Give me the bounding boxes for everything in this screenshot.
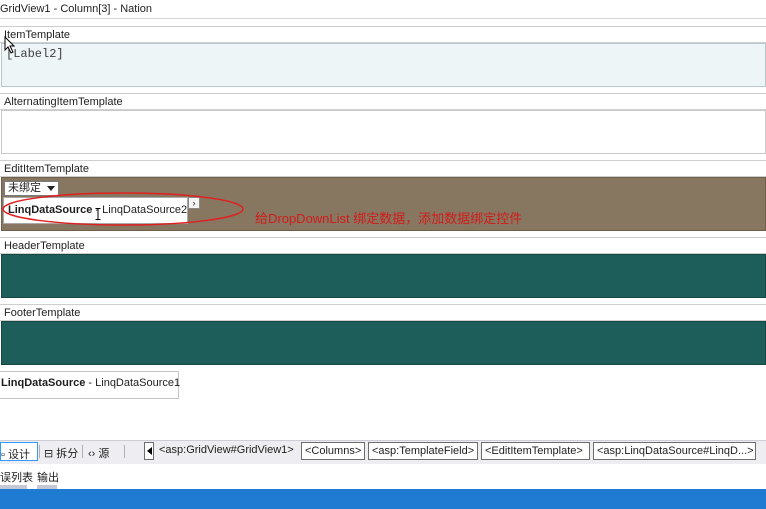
alternating-item-template-region[interactable] — [1, 110, 766, 154]
breadcrumb-back-icon[interactable] — [144, 442, 154, 460]
breadcrumb-templatefield[interactable]: <asp:TemplateField> — [368, 442, 478, 460]
item-template-label: ItemTemplate — [0, 26, 766, 43]
view-divider — [124, 445, 125, 458]
footer-template-label: FooterTemplate — [0, 304, 766, 321]
smart-tag-arrow-icon[interactable]: › — [188, 197, 200, 209]
breadcrumb-gridview[interactable]: <asp:GridView#GridView1> — [156, 442, 299, 460]
error-list-tab[interactable]: 误列表 — [0, 469, 33, 485]
mouse-cursor-icon — [4, 36, 16, 54]
annotation-text: 给DropDownList 绑定数据，添加数据绑定控件 — [255, 211, 523, 226]
output-tab[interactable]: 输出 — [37, 469, 59, 485]
designer-title: GridView1 - Column[3] - Nation — [0, 3, 153, 15]
datasource-type-label: LinqDataSource — [8, 204, 93, 216]
header-template-label: HeaderTemplate — [0, 237, 766, 254]
status-bar — [0, 489, 766, 509]
breadcrumb-columns[interactable]: <Columns> — [301, 442, 365, 460]
source-view-button[interactable]: ‹› 源 — [84, 442, 120, 461]
alternating-item-template-label: AlternatingItemTemplate — [0, 93, 766, 110]
split-view-button[interactable]: ⊟ 拆分 — [40, 442, 80, 461]
datasource-type-label: LinqDataSource — [1, 377, 86, 389]
title-divider — [0, 18, 766, 19]
edit-item-template-label: EditItemTemplate — [0, 160, 766, 177]
dropdown-value: 未绑定 — [8, 182, 41, 194]
datasource-id-label: - LinqDataSource2 — [92, 204, 188, 216]
view-divider — [39, 445, 40, 458]
header-template-region[interactable] — [1, 254, 766, 298]
view-divider — [82, 445, 83, 458]
linq-datasource-1-control[interactable]: LinqDataSource - LinqDataSource1 — [0, 371, 181, 399]
design-view-button[interactable]: ▫ 设计 — [0, 442, 38, 461]
chevron-down-icon[interactable] — [47, 186, 55, 191]
text-cursor-icon — [95, 208, 101, 220]
breadcrumb-edititemtemplate[interactable]: <EditItemTemplate> — [481, 442, 590, 460]
datasource-id-label: - LinqDataSource1 — [85, 377, 181, 389]
dropdown-list[interactable]: 未绑定 — [4, 181, 59, 196]
breadcrumb-linqdatasource[interactable]: <asp:LinqDataSource#LinqD...> — [593, 442, 756, 460]
item-template-region[interactable] — [1, 43, 766, 87]
footer-template-region[interactable] — [1, 321, 766, 365]
